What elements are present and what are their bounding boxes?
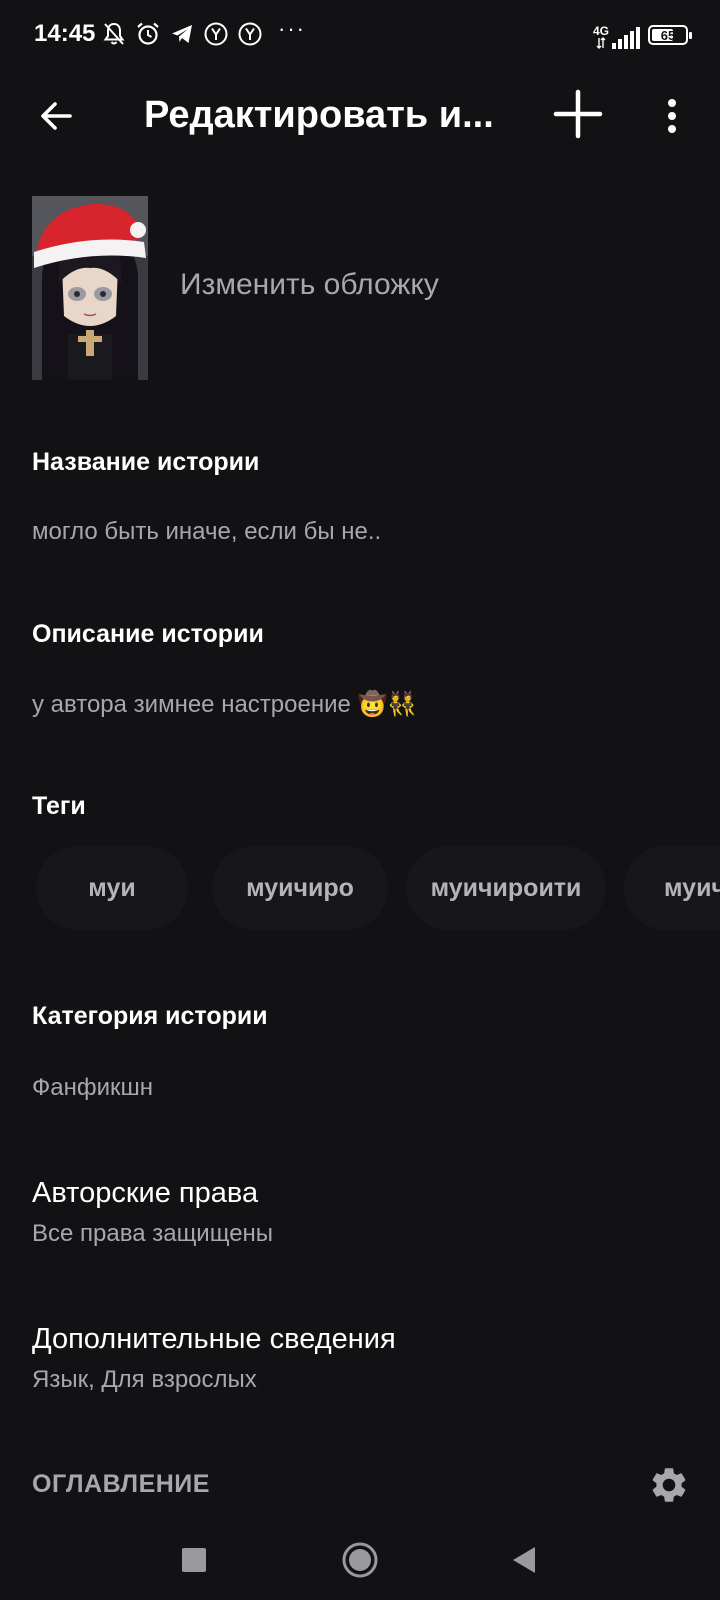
tag-chip[interactable]: муичиро — [212, 846, 388, 930]
status-overflow-dots: ··· — [278, 16, 306, 41]
toc-header: ОГЛАВЛЕНИЕ — [32, 1470, 210, 1498]
recents-button[interactable] — [164, 1530, 224, 1590]
signal-icon: 4G — [593, 21, 640, 49]
yandex-icon — [236, 20, 264, 48]
details-item-subtitle[interactable]: Язык, Для взрослых — [32, 1366, 257, 1394]
copyright-item-subtitle[interactable]: Все права защищены — [32, 1220, 273, 1248]
plus-icon — [553, 89, 603, 139]
story-description-field[interactable]: у автора зимнее настроение 🤠👯 — [32, 690, 417, 719]
story-title-label: Название истории — [32, 448, 260, 476]
back-arrow-icon — [41, 102, 72, 130]
tag-chip[interactable]: муичиро — [624, 846, 720, 930]
tags-list: муи муичиро муичироити муичиро — [0, 846, 720, 930]
battery-icon: 65 — [648, 25, 692, 45]
back-button[interactable] — [28, 88, 84, 144]
battery-level: 65 — [660, 27, 676, 43]
category-field[interactable]: Фанфикшн — [32, 1074, 153, 1102]
home-circle-icon — [342, 1542, 378, 1578]
telegram-icon — [168, 20, 196, 48]
alarm-icon — [134, 20, 162, 48]
system-nav-bar — [0, 1516, 720, 1600]
gear-icon — [652, 1468, 686, 1502]
network-type: 4G — [592, 24, 609, 38]
page-title: Редактировать и... — [144, 94, 494, 136]
details-item-title[interactable]: Дополнительные сведения — [32, 1323, 396, 1356]
tags-label: Теги — [32, 792, 86, 820]
category-label: Категория истории — [32, 1002, 268, 1030]
copyright-item-title[interactable]: Авторские права — [32, 1177, 258, 1210]
cover-image[interactable] — [32, 196, 148, 380]
toc-settings-button[interactable] — [644, 1460, 694, 1510]
notifications-off-icon — [100, 20, 128, 48]
change-cover-link[interactable]: Изменить обложку — [180, 268, 439, 302]
story-title-field[interactable]: могло быть иначе, если бы не.. — [32, 518, 381, 546]
story-description-label: Описание истории — [32, 620, 264, 648]
back-triangle-icon — [513, 1547, 535, 1573]
more-vert-icon — [668, 99, 676, 133]
status-time: 14:45 — [34, 20, 96, 47]
status-notification-icons — [100, 20, 264, 48]
home-button[interactable] — [330, 1530, 390, 1590]
status-bar: 14:45 ··· 4G 65 — [0, 0, 720, 70]
more-options-button[interactable] — [648, 88, 696, 144]
add-part-button[interactable] — [548, 84, 608, 144]
recents-square-icon — [182, 1548, 206, 1572]
tag-chip[interactable]: муи — [36, 846, 188, 930]
cover-section: Изменить обложку — [0, 196, 720, 382]
system-back-button[interactable] — [494, 1530, 554, 1590]
status-system-icons: 4G 65 — [593, 20, 692, 50]
tag-chip[interactable]: муичироити — [406, 846, 606, 930]
app-bar: Редактировать и... — [0, 70, 720, 160]
yandex-icon — [202, 20, 230, 48]
